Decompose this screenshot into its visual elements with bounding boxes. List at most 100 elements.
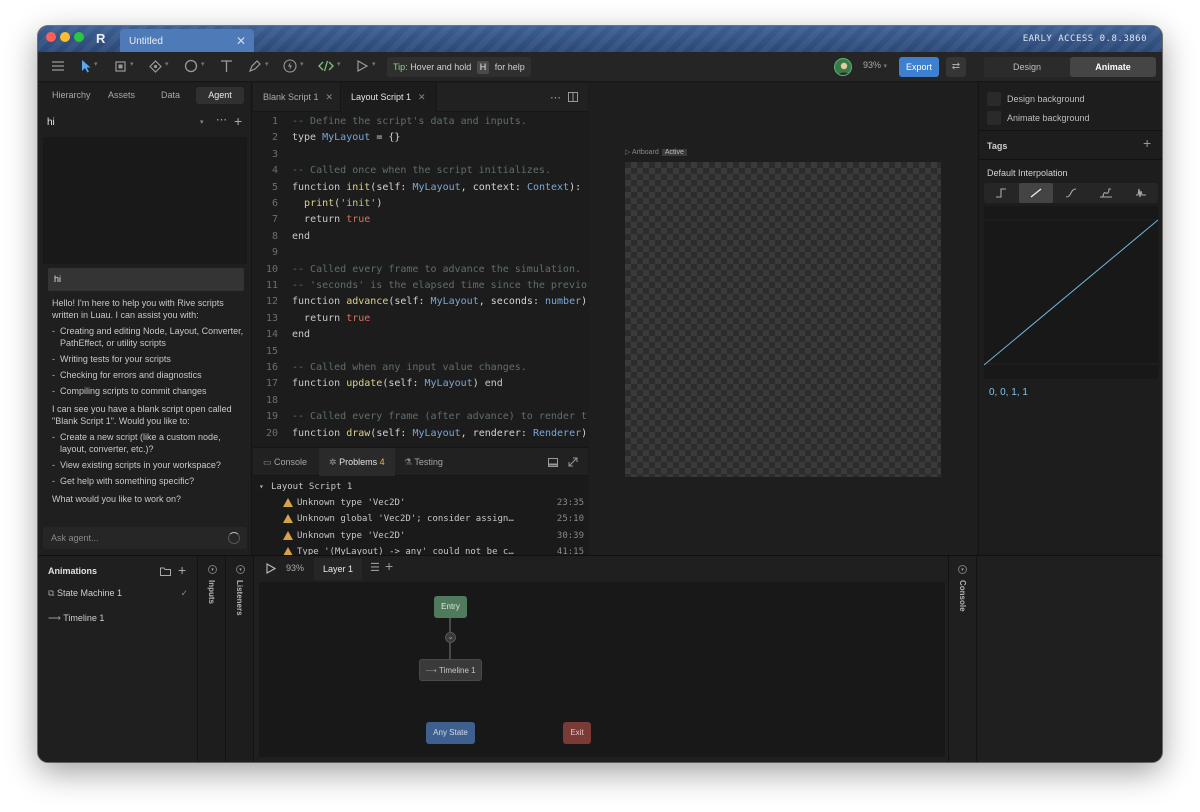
- add-layer-icon[interactable]: +: [385, 558, 393, 574]
- chevron-down-icon[interactable]: ▾: [201, 60, 205, 68]
- frame-icon[interactable]: [114, 60, 127, 76]
- code-icon[interactable]: [318, 60, 334, 76]
- timeline-node[interactable]: ⟶ Timeline 1: [419, 659, 482, 681]
- folder-icon[interactable]: [160, 567, 171, 576]
- code-line[interactable]: 18: [253, 393, 588, 409]
- hold-icon[interactable]: [984, 183, 1018, 203]
- chevron-down-icon[interactable]: ▾: [130, 60, 134, 68]
- avatar[interactable]: [834, 58, 852, 76]
- close-tab-icon[interactable]: ✕: [236, 34, 246, 48]
- more-icon[interactable]: ⋯: [550, 91, 561, 104]
- chevron-down-icon[interactable]: ▾: [337, 60, 341, 68]
- code-line[interactable]: 5 function init(self: MyLayout, context: …: [253, 180, 588, 196]
- problem-row[interactable]: Unknown global 'Vec2D'; consider assigni…: [253, 511, 588, 527]
- close-tab-icon[interactable]: ✕: [326, 92, 334, 102]
- design-background-swatch[interactable]: [987, 92, 1001, 106]
- elastic-icon[interactable]: [1089, 183, 1123, 203]
- artboard-stage[interactable]: ▷ Artboard Active: [589, 83, 977, 555]
- listeners-panel[interactable]: ▾ Listeners: [227, 556, 254, 762]
- zoom-dropdown[interactable]: 93% ▾: [863, 60, 887, 70]
- file-tab[interactable]: Untitled ✕: [120, 29, 254, 52]
- code-line[interactable]: 13 return true: [253, 311, 588, 327]
- export-button[interactable]: Export: [899, 57, 939, 77]
- more-icon[interactable]: ⋯: [216, 113, 227, 126]
- code-line[interactable]: 10 -- Called every frame to advance the s…: [253, 262, 588, 278]
- tab-agent[interactable]: Agent: [196, 87, 244, 104]
- add-animation-icon[interactable]: +: [178, 562, 186, 578]
- minimize-window-button[interactable]: [60, 32, 70, 42]
- code-line[interactable]: 11 -- 'seconds' is the elapsed time since…: [253, 278, 588, 294]
- code-line[interactable]: 8 end: [253, 229, 588, 245]
- state-machine-graph[interactable]: Entry ⌄ ⟶ Timeline 1 Any State Exit: [259, 582, 945, 757]
- code-line[interactable]: 1 -- Define the script's data and inputs.: [253, 114, 588, 130]
- code-line[interactable]: 20 function draw(self: MyLayout, renderer…: [253, 426, 588, 442]
- animate-mode-tab[interactable]: Animate: [1070, 57, 1156, 77]
- problem-row[interactable]: Unknown type 'Vec2D' 23:35: [253, 495, 588, 511]
- tab-hierarchy[interactable]: Hierarchy: [52, 90, 91, 100]
- tab-blank-script[interactable]: Blank Script 1 ✕: [253, 83, 343, 112]
- code-line[interactable]: 7 return true: [253, 212, 588, 228]
- chat-selector[interactable]: hi: [47, 117, 55, 128]
- chevron-down-icon[interactable]: ▾: [265, 60, 269, 68]
- tab-testing[interactable]: ⚗ Testing: [394, 448, 453, 476]
- collapse-icon[interactable]: ▾: [208, 565, 217, 574]
- code-area[interactable]: 1 -- Define the script's data and inputs.…: [253, 114, 588, 449]
- artboard-label[interactable]: ▷ Artboard Active: [625, 148, 687, 156]
- code-line[interactable]: 9: [253, 245, 588, 261]
- list-item[interactable]: ⧉ State Machine 1 ✓: [48, 588, 196, 602]
- linear-icon[interactable]: [1019, 183, 1053, 203]
- pointer-icon[interactable]: [80, 59, 92, 75]
- play-icon[interactable]: [356, 60, 368, 76]
- exit-node[interactable]: Exit: [563, 722, 591, 744]
- code-line[interactable]: 4 -- Called once when the script initiali…: [253, 163, 588, 179]
- cubic-icon[interactable]: [1054, 183, 1088, 203]
- problem-row[interactable]: Unknown type 'Vec2D' 30:39: [253, 528, 588, 544]
- close-tab-icon[interactable]: ✕: [418, 92, 426, 102]
- chevron-down-icon[interactable]: ▾: [372, 60, 376, 68]
- tab-console[interactable]: ▭ Console: [253, 448, 317, 476]
- split-view-icon[interactable]: [568, 92, 578, 102]
- collapse-icon[interactable]: ▾: [236, 565, 245, 574]
- tab-layout-script[interactable]: Layout Script 1 ✕: [340, 83, 437, 112]
- code-line[interactable]: 2 type MyLayout = {}: [253, 130, 588, 146]
- code-line[interactable]: 19 -- Called every frame (after advance) …: [253, 409, 588, 425]
- interpolation-curve-graph[interactable]: [983, 206, 1159, 379]
- minimize-panel-icon[interactable]: [548, 458, 558, 467]
- code-line[interactable]: 14 end: [253, 327, 588, 343]
- tab-layer-1[interactable]: Layer 1: [314, 558, 362, 580]
- menu-icon[interactable]: [51, 60, 65, 76]
- ellipse-icon[interactable]: [184, 59, 198, 75]
- add-tag-icon[interactable]: +: [1143, 135, 1151, 151]
- inputs-panel[interactable]: ▾ Inputs: [199, 556, 226, 762]
- transition-arrow-icon[interactable]: ⌄: [445, 632, 456, 643]
- code-line[interactable]: 15: [253, 344, 588, 360]
- play-icon[interactable]: [266, 563, 276, 574]
- code-line[interactable]: 17 function update(self: MyLayout) end: [253, 376, 588, 392]
- swap-icon[interactable]: ⇄: [946, 57, 966, 77]
- text-icon[interactable]: [220, 59, 233, 75]
- tab-assets[interactable]: Assets: [108, 90, 135, 100]
- tab-data[interactable]: Data: [161, 90, 180, 100]
- close-window-button[interactable]: [46, 32, 56, 42]
- vertex-icon[interactable]: [149, 60, 162, 76]
- design-mode-tab[interactable]: Design: [984, 57, 1070, 77]
- maximize-panel-icon[interactable]: [568, 457, 578, 467]
- code-line[interactable]: 16 -- Called when any input value changes…: [253, 360, 588, 376]
- ask-agent-input[interactable]: Ask agent...: [43, 527, 247, 549]
- chevron-down-icon[interactable]: ▾: [300, 60, 304, 68]
- layers-menu-icon[interactable]: ☰: [370, 561, 380, 574]
- chevron-down-icon[interactable]: ▾: [94, 60, 98, 68]
- artboard-canvas[interactable]: [625, 162, 941, 477]
- graph-zoom[interactable]: 93%: [286, 563, 304, 573]
- code-line[interactable]: 3: [253, 147, 588, 163]
- code-line[interactable]: 12 function advance(self: MyLayout, secon…: [253, 294, 588, 310]
- zoom-window-button[interactable]: [74, 32, 84, 42]
- code-line[interactable]: 6 print('init'): [253, 196, 588, 212]
- bolt-icon[interactable]: [283, 59, 297, 75]
- console-panel[interactable]: ▾ Console: [948, 556, 977, 762]
- any-state-node[interactable]: Any State: [426, 722, 475, 744]
- chevron-down-icon[interactable]: ▾: [165, 60, 169, 68]
- new-chat-icon[interactable]: +: [234, 113, 242, 129]
- chevron-down-icon[interactable]: ▾: [200, 118, 204, 126]
- collapse-icon[interactable]: ▾: [958, 565, 967, 574]
